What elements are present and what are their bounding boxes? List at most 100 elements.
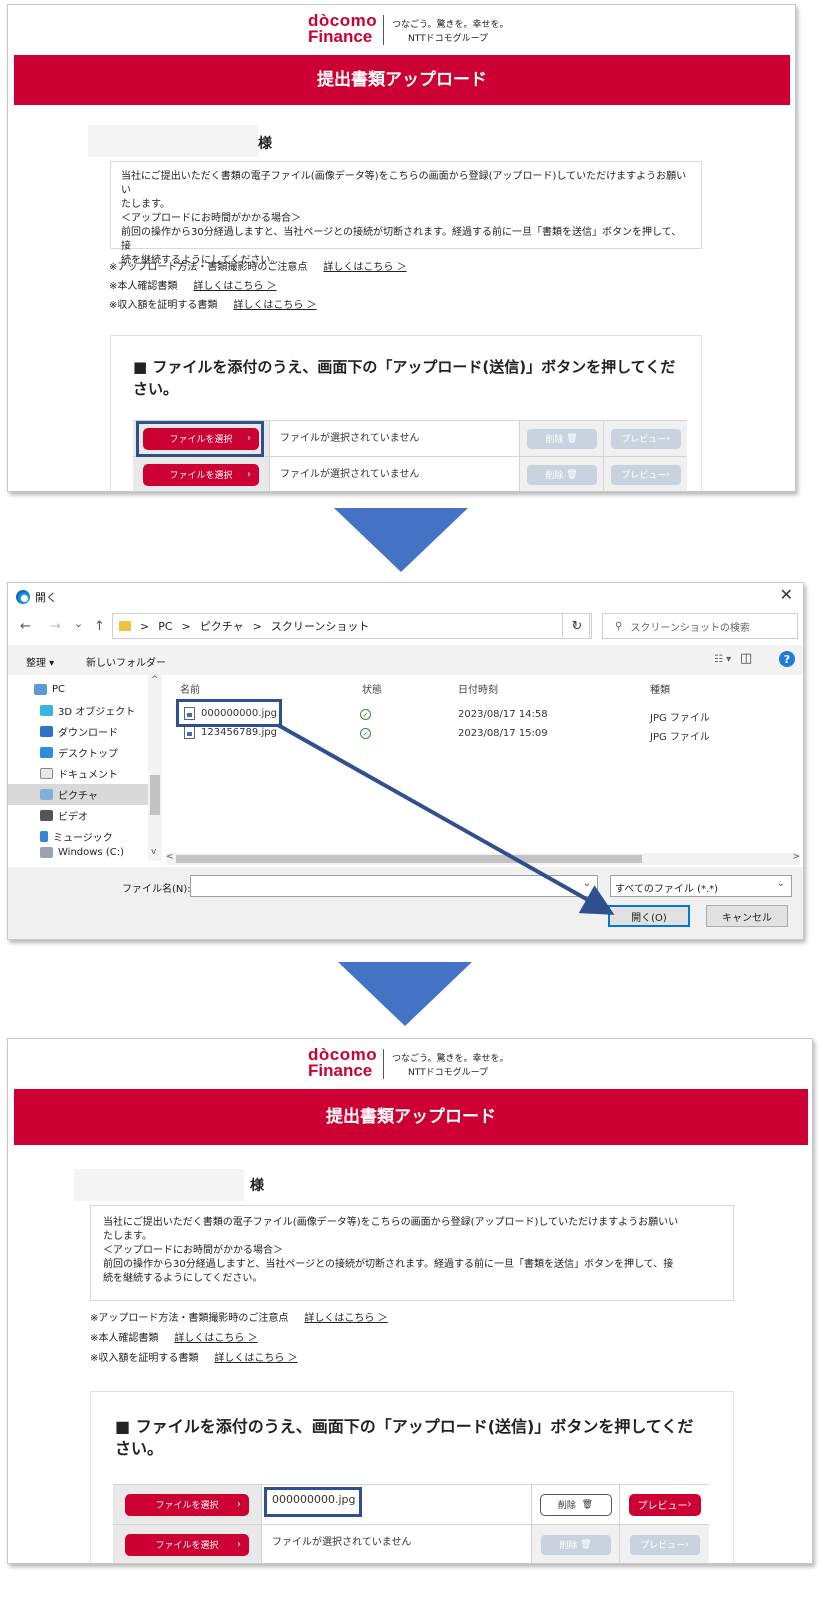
breadcrumb-sep: > bbox=[181, 619, 191, 633]
file-date: 2023/08/17 14:58 bbox=[458, 709, 548, 720]
preview-cell: プレビュー › bbox=[603, 421, 687, 456]
tree-item-label: 3D オブジェクト bbox=[58, 707, 136, 718]
notice-line: たします。 bbox=[121, 199, 170, 210]
up-icon[interactable]: ↑ bbox=[94, 619, 105, 634]
scroll-right-icon[interactable]: > bbox=[792, 852, 800, 862]
breadcrumb-pictures[interactable]: ピクチャ bbox=[200, 618, 244, 634]
tree-item-3d-objects[interactable]: 3D オブジェクト bbox=[8, 700, 148, 721]
tree-item-windows-c[interactable]: Windows (C:) bbox=[8, 847, 148, 861]
document-icon bbox=[40, 768, 53, 779]
upload-page-before: dòcomo Finance つなごう。驚きを。幸せを。 NTTドコモグループ … bbox=[7, 4, 796, 492]
folder-icon bbox=[119, 621, 131, 631]
address-bar[interactable]: > PC > ピクチャ > スクリーンショット ⌄ bbox=[112, 613, 590, 639]
select-cell: ファイルを選択 › bbox=[133, 457, 269, 491]
organize-menu[interactable]: 整理 ▾ bbox=[26, 654, 54, 669]
select-file-button[interactable]: ファイルを選択 › bbox=[125, 1493, 249, 1516]
tree-item-downloads[interactable]: ダウンロード bbox=[8, 721, 148, 742]
file-type: JPG ファイル bbox=[650, 732, 710, 743]
chevron-right-icon: › bbox=[685, 1539, 689, 1550]
list-scrollbar[interactable]: < > bbox=[166, 852, 800, 865]
open-file-dialog: 開く ✕ ← → ⌄ ↑ > PC > ピクチャ > スクリーンショット ⌄ ↻… bbox=[7, 582, 804, 940]
back-icon[interactable]: ← bbox=[20, 619, 31, 634]
command-bar: 整理 ▾ 新しいフォルダー ☷ ▾ ◫ ? bbox=[8, 645, 803, 675]
tree-item-desktop[interactable]: デスクトップ bbox=[8, 742, 148, 763]
preview-label: プレビュー bbox=[621, 435, 667, 445]
scroll-up-icon[interactable]: ^ bbox=[151, 675, 159, 685]
column-date[interactable]: 日付時刻 bbox=[458, 681, 498, 696]
scroll-thumb[interactable] bbox=[176, 855, 642, 863]
docomo-finance-logo[interactable]: dòcomo Finance bbox=[308, 12, 377, 46]
column-name[interactable]: 名前 bbox=[180, 681, 200, 696]
slogan-line2: NTTドコモグループ bbox=[408, 34, 489, 44]
search-input[interactable]: ⚲ スクリーンショットの検索 bbox=[602, 613, 798, 639]
file-type-value: すべてのファイル (*.*) bbox=[615, 884, 719, 895]
delete-button[interactable]: 削除 🗑 bbox=[526, 428, 597, 449]
computer-icon bbox=[34, 684, 47, 695]
column-status[interactable]: 状態 bbox=[362, 681, 382, 696]
breadcrumb-sep: > bbox=[140, 619, 150, 633]
details-link[interactable]: 詳しくはこちら ＞ bbox=[323, 258, 406, 277]
cancel-button[interactable]: キャンセル bbox=[706, 905, 788, 927]
preview-cell: プレビュー › bbox=[619, 1485, 709, 1524]
delete-button[interactable]: 削除 🗑 bbox=[540, 1534, 611, 1555]
tree-item-videos[interactable]: ビデオ bbox=[8, 805, 148, 826]
scroll-down-icon[interactable]: v bbox=[151, 847, 156, 857]
trash-icon: 🗑 bbox=[566, 469, 578, 480]
help-links: ※アップロード方法・書類撮影時のご注意点 詳しくはこちら ＞ ※本人確認書類 詳しく… bbox=[109, 258, 407, 315]
tree-item-pictures[interactable]: ピクチャ bbox=[8, 784, 148, 805]
details-link[interactable]: 詳しくはこちら ＞ bbox=[174, 1329, 257, 1349]
select-file-button[interactable]: ファイルを選択 › bbox=[125, 1533, 249, 1556]
preview-pane-icon[interactable]: ◫ bbox=[740, 651, 752, 666]
scroll-thumb[interactable] bbox=[150, 775, 160, 815]
logo-line2: Finance bbox=[308, 27, 373, 46]
notice-box: 当社にご提出いただく書類の電子ファイル(画像データ等)をこちらの画面から登録(ア… bbox=[90, 1205, 734, 1301]
tree-item-music[interactable]: ミュージック bbox=[8, 826, 148, 847]
forward-icon[interactable]: → bbox=[50, 619, 61, 634]
column-type[interactable]: 種類 bbox=[650, 681, 670, 696]
breadcrumb-pc[interactable]: PC bbox=[158, 620, 172, 633]
tree-item-label: ピクチャ bbox=[58, 791, 98, 802]
open-button[interactable]: 開く(O) bbox=[608, 905, 690, 927]
chevron-down-icon: ⌄ bbox=[776, 878, 785, 889]
instruction-line: ■ ファイルを添付のうえ、画面下の「アップロード(送信)」ボタンを押してくだ bbox=[115, 1417, 694, 1436]
preview-button[interactable]: プレビュー › bbox=[610, 428, 681, 449]
highlight-select-button bbox=[136, 421, 264, 457]
delete-label: 削除 bbox=[545, 471, 564, 481]
view-options-icon[interactable]: ☷ ▾ bbox=[714, 654, 731, 665]
file-item[interactable]: 123456789.jpg bbox=[184, 726, 277, 739]
docomo-finance-logo[interactable]: dòcomo Finance bbox=[308, 1046, 377, 1079]
chevron-down-icon[interactable]: ⌄ bbox=[583, 878, 591, 889]
select-file-label: ファイルを選択 bbox=[155, 1541, 219, 1551]
select-file-button[interactable]: ファイルを選択 › bbox=[143, 463, 259, 486]
chevron-right-icon: › bbox=[666, 469, 670, 480]
breadcrumb-screenshots[interactable]: スクリーンショット bbox=[271, 618, 369, 634]
dialog-footer: ファイル名(N): ⌄ すべてのファイル (*.*) ⌄ 開く(O) キャンセル bbox=[8, 867, 803, 939]
preview-button[interactable]: プレビュー › bbox=[629, 1534, 700, 1555]
select-file-label: ファイルを選択 bbox=[169, 471, 233, 481]
delete-button[interactable]: 削除 🗑 bbox=[526, 464, 597, 485]
tree-item-pc[interactable]: PC bbox=[8, 679, 148, 700]
details-link[interactable]: 詳しくはこちら ＞ bbox=[193, 277, 276, 296]
breadcrumb-sep: > bbox=[252, 619, 262, 633]
details-link[interactable]: 詳しくはこちら ＞ bbox=[304, 1309, 387, 1329]
name-suffix: 様 bbox=[258, 136, 272, 152]
preview-button[interactable]: プレビュー › bbox=[610, 464, 681, 485]
file-row: ファイルを選択 › ファイルが選択されていません 削除 🗑 プレビュー › bbox=[113, 1524, 709, 1563]
notice-line: ＜アップロードにお時間がかかる場合＞ bbox=[103, 1245, 283, 1256]
delete-button[interactable]: 削除 🗑 bbox=[539, 1493, 612, 1516]
pictures-icon bbox=[40, 789, 53, 800]
notice-line: 前回の操作から30分経過しますと、当社ページとの接続が切断されます。経過する前に… bbox=[103, 1259, 674, 1270]
preview-button[interactable]: プレビュー › bbox=[628, 1493, 701, 1516]
refresh-icon[interactable]: ↻ bbox=[562, 613, 592, 639]
close-icon[interactable]: ✕ bbox=[780, 585, 793, 604]
details-link[interactable]: 詳しくはこちら ＞ bbox=[233, 296, 316, 315]
new-folder-button[interactable]: 新しいフォルダー bbox=[86, 654, 166, 669]
help-icon[interactable]: ? bbox=[779, 651, 795, 667]
scroll-left-icon[interactable]: < bbox=[166, 852, 174, 862]
details-link[interactable]: 詳しくはこちら ＞ bbox=[214, 1349, 297, 1369]
tree-scrollbar[interactable]: ^ v bbox=[148, 675, 162, 861]
file-type-select[interactable]: すべてのファイル (*.*) ⌄ bbox=[610, 875, 792, 897]
recent-dropdown-icon[interactable]: ⌄ bbox=[74, 617, 83, 630]
tree-item-documents[interactable]: ドキュメント bbox=[8, 763, 148, 784]
filename-input[interactable]: ⌄ bbox=[190, 875, 598, 897]
